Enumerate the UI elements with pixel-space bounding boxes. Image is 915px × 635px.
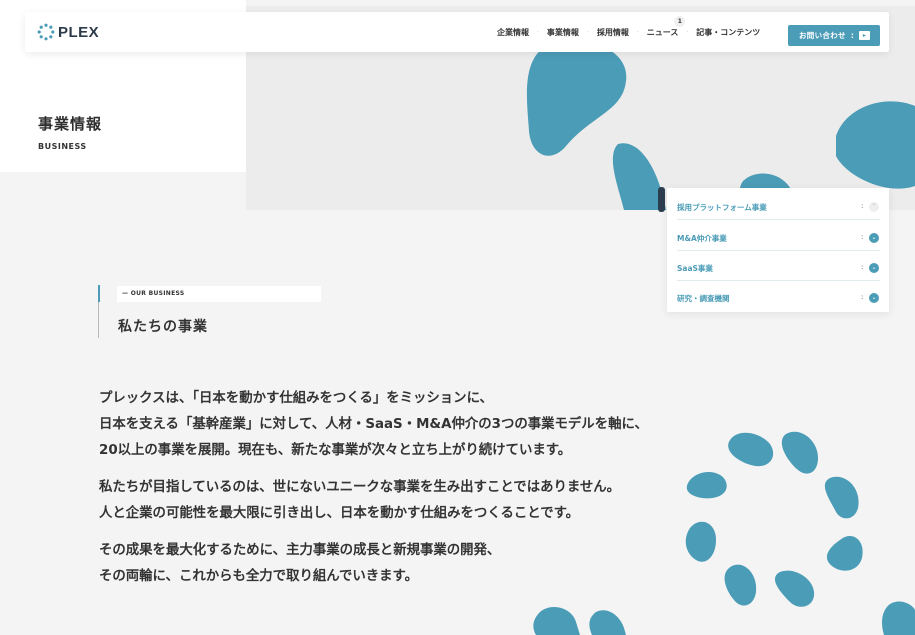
side-menu-colon: :: [861, 263, 864, 271]
main-nav: 企業情報 · 事業情報 · 採用情報 · ニュース 1 · 記事・コンテンツ: [497, 12, 760, 52]
paragraph: プレックスは、「日本を動かす仕組みをつくる」をミッションに、 日本を支える「基幹…: [99, 386, 739, 464]
section-divider-accent: [98, 285, 100, 302]
nav-item-recruit[interactable]: 採用情報: [597, 27, 629, 38]
business-side-menu: 採用プラットフォーム事業 : ⌃ M&A仲介事業 : ⌄ SaaS事業 : ⌄ …: [667, 188, 889, 312]
side-menu-colon: :: [861, 293, 864, 301]
text-line: その成果を最大化するために、主力事業の成長と新規事業の開発、: [99, 543, 501, 558]
side-menu-item-recruit-platform[interactable]: 採用プラットフォーム事業 : ⌃: [677, 190, 880, 220]
nav-separator: ·: [586, 28, 589, 36]
chevron-down-icon: ⌄: [869, 233, 879, 243]
text-line: 20以上の事業を展開。現在も、新たな事業が次々と立ち上がり続けています。: [99, 443, 572, 458]
page-subtitle: BUSINESS: [38, 142, 87, 151]
section-title: 私たちの事業: [118, 319, 208, 335]
logo-text: PLEX: [58, 23, 100, 41]
chevron-down-icon: ⌄: [869, 293, 879, 303]
business-description: プレックスは、「日本を動かす仕組みをつくる」をミッションに、 日本を支える「基幹…: [99, 386, 739, 601]
chevron-down-icon: ⌄: [869, 263, 879, 273]
chevron-up-icon: ⌃: [869, 202, 879, 212]
nav-item-news-label: ニュース: [646, 27, 679, 37]
side-menu-item-research[interactable]: 研究・調査機関 : ⌄: [677, 281, 880, 311]
nav-item-articles[interactable]: 記事・コンテンツ: [696, 27, 760, 38]
side-menu-colon: :: [861, 202, 864, 210]
arrow-right-icon: ▸: [859, 31, 870, 40]
contact-colon: :: [850, 31, 855, 40]
nav-item-company[interactable]: 企業情報: [497, 27, 529, 38]
text-line: 私たちが目指しているのは、世にないユニークな事業を生み出すことではありません。: [99, 480, 621, 495]
site-header: PLEX 企業情報 · 事業情報 · 採用情報 · ニュース 1 · 記事・コン…: [25, 12, 889, 52]
side-menu-handle[interactable]: [658, 187, 665, 212]
nav-separator: ·: [537, 28, 539, 36]
nav-item-business[interactable]: 事業情報: [547, 27, 579, 38]
side-menu-item-label: SaaS事業: [677, 264, 713, 273]
section-eyebrow: — OUR BUSINESS: [117, 286, 321, 302]
side-menu-item-label: M&A仲介事業: [677, 234, 727, 243]
side-menu-colon: :: [861, 233, 864, 241]
logo[interactable]: PLEX: [37, 23, 99, 41]
text-line: 日本を支える「基幹産業」に対して、人材・SaaS・M&A仲介の3つの事業モデルを…: [99, 417, 648, 432]
news-count-badge: 1: [674, 15, 686, 27]
side-menu-item-label: 採用プラットフォーム事業: [677, 203, 767, 212]
contact-button-label: お問い合わせ: [799, 31, 846, 40]
text-line: その両輪に、これからも全力で取り組んでいきます。: [99, 569, 418, 584]
side-menu-item-ma[interactable]: M&A仲介事業 : ⌄: [677, 221, 880, 251]
text-line: プレックスは、「日本を動かす仕組みをつくる」をミッションに、: [99, 391, 493, 406]
paragraph: その成果を最大化するために、主力事業の成長と新規事業の開発、 その両輪に、これか…: [99, 538, 739, 590]
side-menu-item-label: 研究・調査機関: [677, 294, 730, 303]
nav-item-news[interactable]: ニュース 1: [646, 15, 686, 38]
text-line: 人と企業の可能性を最大限に引き出し、日本を動かす仕組みをつくることです。: [99, 506, 580, 521]
nav-separator: ·: [686, 28, 689, 36]
side-menu-item-saas[interactable]: SaaS事業 : ⌄: [677, 251, 880, 281]
contact-button[interactable]: お問い合わせ : ▸: [788, 25, 880, 46]
nav-separator: ·: [636, 28, 639, 36]
plex-logo-icon: [37, 23, 55, 41]
paragraph: 私たちが目指しているのは、世にないユニークな事業を生み出すことではありません。 …: [99, 475, 739, 527]
page-title: 事業情報: [38, 115, 103, 133]
